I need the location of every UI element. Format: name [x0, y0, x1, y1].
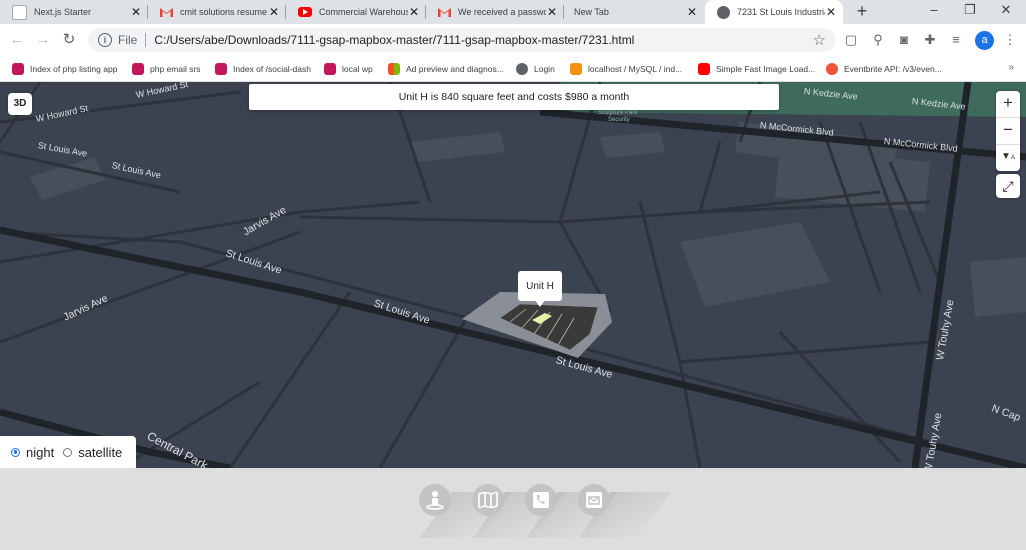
bookmark-star-icon[interactable]: ☆	[813, 31, 826, 49]
extension-box-icon[interactable]: ▢	[843, 32, 859, 48]
pink-app-icon	[215, 63, 227, 75]
zoom-in-button[interactable]: +	[996, 91, 1020, 118]
bookmark-label: Ad preview and diagnos...	[406, 64, 504, 74]
unit-info-banner: Unit H is 840 square feet and costs $980…	[249, 84, 779, 110]
pink-app-icon	[324, 63, 336, 75]
bookmark-login[interactable]: Login	[516, 61, 555, 77]
map-zoom-controls: + − ▼A	[996, 91, 1020, 171]
youtube-icon	[298, 7, 312, 17]
satellite-label[interactable]: satellite	[78, 445, 122, 460]
url-text[interactable]: C:/Users/abe/Downloads/7111-gsap-mapbox-…	[154, 33, 634, 47]
bookmark-label: Simple Fast Image Load...	[716, 64, 816, 74]
minimize-button[interactable]: –	[916, 0, 952, 24]
info-icon[interactable]: i	[98, 33, 112, 47]
satellite-radio[interactable]	[63, 447, 73, 457]
phone-icon[interactable]	[525, 484, 557, 516]
night-radio[interactable]	[11, 447, 20, 457]
menu-kebab-icon[interactable]: ⋮	[1002, 32, 1018, 48]
close-icon[interactable]: ✕	[130, 5, 142, 19]
tab-nextjs-starter[interactable]: Next.js Starter ✕	[0, 0, 148, 24]
location-pin-icon[interactable]: ⚲	[870, 32, 886, 48]
map-icon[interactable]	[472, 484, 504, 516]
extensions-puzzle-icon[interactable]: ✚	[922, 32, 938, 48]
close-icon[interactable]: ✕	[546, 5, 558, 19]
camera-icon[interactable]: ◙	[896, 32, 912, 48]
media-queue-icon[interactable]: ≡	[948, 32, 964, 48]
map-base-layer	[0, 82, 1026, 468]
person-icon[interactable]	[419, 484, 451, 516]
bookmark-label: localhost / MySQL / ind...	[588, 64, 683, 74]
tab-title: cmit solutions resume -	[180, 7, 268, 17]
toggle-3d-button[interactable]: 3D	[8, 93, 32, 115]
fullscreen-button[interactable]: ⤢	[996, 174, 1020, 198]
major-roads	[0, 82, 1026, 468]
globe-icon	[516, 63, 528, 75]
bookmark-image-loader[interactable]: Simple Fast Image Load...	[698, 61, 815, 77]
close-icon[interactable]: ✕	[268, 5, 280, 19]
tab-new-tab[interactable]: New Tab ✕	[564, 0, 704, 24]
bookmark-local-wp[interactable]: local wp	[324, 61, 373, 77]
address-bar[interactable]: i File C:/Users/abe/Downloads/7111-gsap-…	[88, 28, 836, 52]
close-icon[interactable]: ✕	[408, 5, 420, 19]
bookmark-php-listing[interactable]: Index of php listing app	[12, 61, 117, 77]
address-divider	[145, 33, 147, 47]
gmail-icon	[160, 6, 173, 19]
globe-icon	[717, 5, 730, 19]
bookmark-social-dash[interactable]: Index of /social-dash	[215, 61, 311, 77]
phpmyadmin-icon	[570, 63, 582, 75]
close-window-button[interactable]: ✕	[988, 0, 1024, 24]
popup-tip	[535, 300, 545, 307]
bookmark-label: Index of /social-dash	[233, 64, 311, 74]
night-label[interactable]: night	[26, 445, 54, 460]
bookmark-ad-preview[interactable]: Ad preview and diagnos...	[388, 61, 504, 77]
back-button[interactable]: ←	[6, 30, 28, 52]
eventbrite-icon	[826, 63, 838, 75]
pink-app-icon	[132, 63, 144, 75]
compass-reset-button[interactable]: ▼A	[996, 145, 1020, 171]
poi-label: Sculpture Park	[598, 110, 638, 116]
profile-avatar[interactable]: a	[975, 31, 994, 50]
forward-button[interactable]: →	[32, 30, 54, 52]
restore-button[interactable]: ❐	[952, 0, 988, 24]
bookmark-label: Eventbrite API: /v3/even...	[844, 64, 942, 74]
map-style-switcher: night satellite	[0, 436, 136, 468]
mail-icon[interactable]	[578, 484, 610, 516]
microsoft-icon	[388, 63, 400, 75]
tab-password-received[interactable]: We received a passwor ✕	[426, 0, 564, 24]
bookmark-label: local wp	[342, 64, 373, 74]
bookmarks-bar: Index of php listing app php email srs I…	[0, 57, 1026, 82]
tab-title: New Tab	[574, 7, 609, 17]
tab-title: 7231 St Louis Industrial	[737, 7, 825, 17]
tab-title: We received a passwor	[458, 7, 546, 17]
gmail-icon	[438, 6, 451, 19]
scheme-label: File	[118, 33, 138, 47]
poi-label: Security	[608, 117, 630, 123]
bookmark-phpmyadmin[interactable]: localhost / MySQL / ind...	[570, 61, 682, 77]
pink-app-icon	[12, 63, 24, 75]
browser-toolbar: ← → ↻ i File C:/Users/abe/Downloads/7111…	[0, 24, 1026, 57]
close-icon[interactable]: ✕	[825, 5, 837, 19]
bookmark-label: Login	[534, 64, 555, 74]
zoom-out-button[interactable]: −	[996, 118, 1020, 145]
close-icon[interactable]: ✕	[686, 5, 698, 19]
bookmark-label: php email srs	[150, 64, 201, 74]
tab-7231-st-louis[interactable]: 7231 St Louis Industrial ✕	[705, 0, 843, 24]
tab-title: Next.js Starter	[34, 7, 92, 17]
tab-title: Commercial Warehouse	[319, 7, 408, 17]
unit-popup: Unit H	[518, 271, 562, 301]
map-canvas[interactable]: W Howard St W Howard St St Louis Ave St …	[0, 82, 1026, 468]
nextjs-icon	[12, 4, 27, 20]
bookmark-label: Index of php listing app	[30, 64, 118, 74]
reload-button[interactable]: ↻	[58, 30, 80, 52]
bookmark-php-email[interactable]: php email srs	[132, 61, 201, 77]
bookmark-eventbrite[interactable]: Eventbrite API: /v3/even...	[826, 61, 942, 77]
bookmarks-overflow-button[interactable]: »	[1008, 62, 1014, 73]
new-tab-button[interactable]: +	[852, 2, 872, 22]
tab-commercial-warehouse[interactable]: Commercial Warehouse ✕	[286, 0, 426, 24]
youtube-icon	[698, 63, 710, 75]
tab-cmit-resume[interactable]: cmit solutions resume - ✕	[148, 0, 286, 24]
